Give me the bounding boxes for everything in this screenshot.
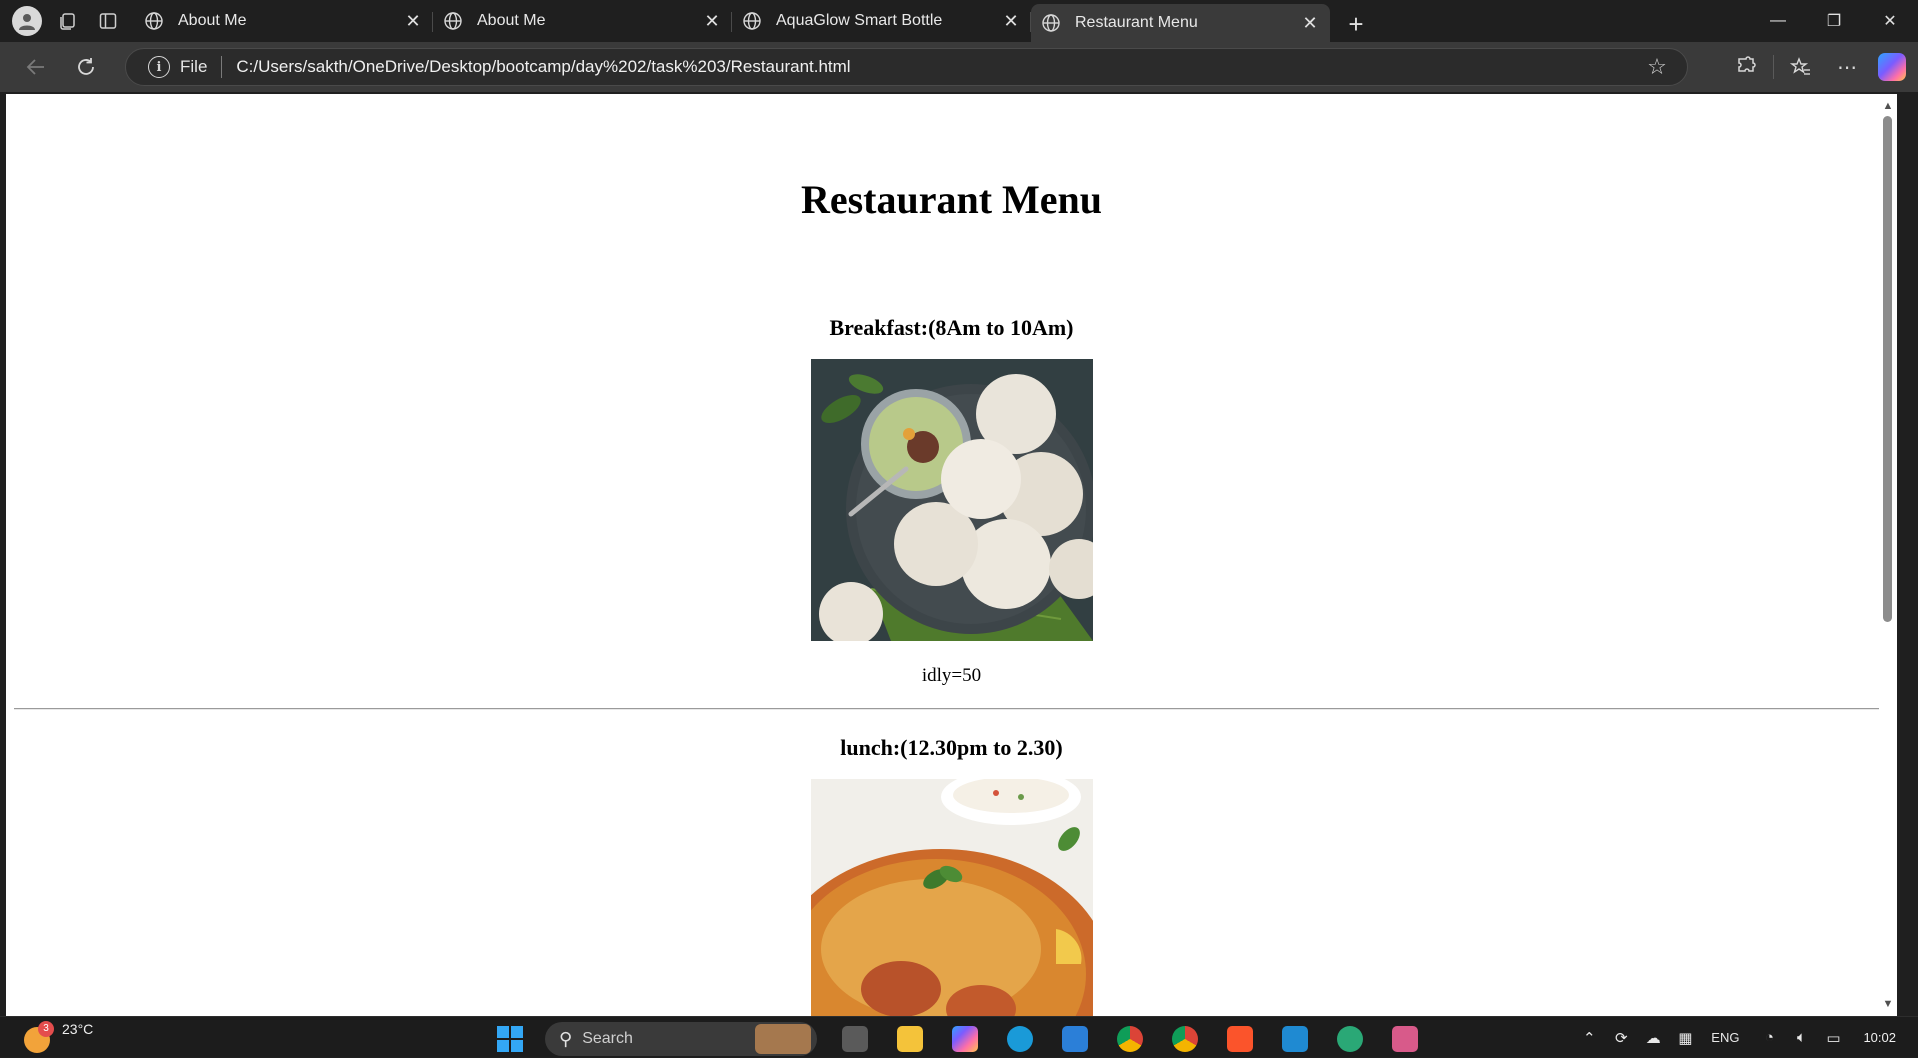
address-divider xyxy=(221,56,223,78)
globe-icon xyxy=(1042,14,1060,32)
biryani-image xyxy=(810,779,1093,1016)
widgets-icon[interactable]: ▦ xyxy=(1669,1023,1701,1053)
windows-logo-icon xyxy=(497,1026,523,1052)
copilot-app-icon[interactable] xyxy=(945,1021,985,1057)
sync-icon[interactable]: ⟳ xyxy=(1605,1023,1637,1053)
close-tab-icon[interactable]: ✕ xyxy=(1001,11,1021,31)
snipping-tool-icon[interactable] xyxy=(1385,1021,1425,1057)
task-view-icon[interactable] xyxy=(835,1021,875,1057)
browser-toolbar: i File C:/Users/sakth/OneDrive/Desktop/b… xyxy=(0,42,1918,92)
tab-strip: About Me ✕ About Me ✕ AquaGlow Smart Bot… xyxy=(134,0,1374,42)
onedrive-cloud-icon[interactable]: ☁ xyxy=(1637,1023,1669,1053)
tab-about-me-1[interactable]: About Me ✕ xyxy=(134,0,433,42)
favorites-icon[interactable] xyxy=(1778,47,1824,87)
url-text[interactable]: C:/Users/sakth/OneDrive/Desktop/bootcamp… xyxy=(236,57,850,77)
vscode-icon[interactable] xyxy=(1275,1021,1315,1057)
breakfast-heading: Breakfast:(8Am to 10Am) xyxy=(829,315,1074,340)
taskbar-apps: ⚲ Search xyxy=(490,1021,1440,1057)
start-button[interactable] xyxy=(490,1021,530,1057)
file-explorer-icon[interactable] xyxy=(890,1021,930,1057)
page-title: Restaurant Menu xyxy=(800,177,1103,222)
volume-icon[interactable]: 🔈︎ xyxy=(1785,1023,1817,1053)
vertical-scrollbar[interactable]: ▲ ▼ xyxy=(1879,94,1897,1016)
scroll-up-arrow-icon[interactable]: ▲ xyxy=(1882,100,1894,112)
edge-dev-icon[interactable] xyxy=(1330,1021,1370,1057)
page-viewport: Restaurant Menu Breakfast:(8Am to 10Am) xyxy=(6,94,1897,1016)
favorite-star-icon[interactable]: ☆ xyxy=(1645,56,1669,80)
browser-tab-bar: About Me ✕ About Me ✕ AquaGlow Smart Bot… xyxy=(0,0,1918,42)
tab-title: Restaurant Menu xyxy=(1075,14,1198,31)
tab-aquaglow[interactable]: AquaGlow Smart Bottle ✕ xyxy=(732,0,1031,42)
chrome-profile-icon[interactable] xyxy=(1165,1021,1205,1057)
weather-icon: 3 xyxy=(24,1021,54,1053)
weather-widget[interactable]: 3 23°C xyxy=(24,1021,93,1053)
restore-icon[interactable]: ❐ xyxy=(1806,0,1862,42)
idly-image xyxy=(810,359,1093,641)
battery-icon[interactable]: ▭ xyxy=(1817,1023,1849,1053)
scrollbar-thumb[interactable] xyxy=(1883,116,1892,622)
microsoft-store-icon[interactable] xyxy=(1055,1021,1095,1057)
breakfast-item-price: idly=50 xyxy=(921,665,982,686)
restaurant-page: Restaurant Menu Breakfast:(8Am to 10Am) xyxy=(6,176,1897,1016)
language-indicator[interactable]: ENG xyxy=(1711,1030,1739,1045)
window-controls: — ❐ ✕ xyxy=(1750,0,1918,42)
search-label: Search xyxy=(582,1030,633,1047)
close-tab-icon[interactable]: ✕ xyxy=(403,11,423,31)
windows-taskbar: 3 23°C ⚲ Search ⌃ ⟳ ☁ ▦ ENG ◔ 🔈︎ ▭ 10:02 xyxy=(0,1016,1918,1057)
edge-browser-icon[interactable] xyxy=(1000,1021,1040,1057)
chrome-icon[interactable] xyxy=(1110,1021,1150,1057)
more-options-icon[interactable]: ⋯ xyxy=(1824,47,1870,87)
temperature-text: 23°C xyxy=(62,1021,94,1037)
extensions-puzzle-icon[interactable] xyxy=(1723,47,1769,87)
close-tab-icon[interactable]: ✕ xyxy=(1300,13,1320,33)
tab-restaurant-menu[interactable]: Restaurant Menu ✕ xyxy=(1031,4,1330,42)
brave-icon[interactable] xyxy=(1220,1021,1260,1057)
tab-title: AquaGlow Smart Bottle xyxy=(776,12,943,29)
reload-icon[interactable] xyxy=(66,47,106,87)
vertical-tabs-icon[interactable] xyxy=(94,7,122,35)
lunch-heading: lunch:(12.30pm to 2.30) xyxy=(840,735,1063,760)
tab-about-me-2[interactable]: About Me ✕ xyxy=(433,0,732,42)
globe-icon xyxy=(743,12,761,30)
notification-badge: 3 xyxy=(38,1021,54,1037)
taskbar-search[interactable]: ⚲ Search xyxy=(545,1022,817,1056)
section-divider xyxy=(14,708,1889,710)
close-window-icon[interactable]: ✕ xyxy=(1862,0,1918,42)
show-hidden-icons-chevron-icon[interactable]: ⌃ xyxy=(1573,1023,1605,1053)
search-highlight-image xyxy=(755,1024,811,1054)
copilot-icon[interactable] xyxy=(1878,53,1906,81)
new-tab-button[interactable]: + xyxy=(1338,6,1374,42)
toolbar-divider xyxy=(1773,55,1774,79)
toolbar-actions: ⋯ xyxy=(1723,42,1918,92)
scroll-down-arrow-icon[interactable]: ▼ xyxy=(1882,998,1894,1010)
globe-icon xyxy=(444,12,462,30)
scheme-label: File xyxy=(180,57,208,76)
globe-icon xyxy=(145,12,163,30)
profile-avatar-icon[interactable] xyxy=(12,6,42,36)
site-info-icon[interactable]: i xyxy=(148,56,170,78)
system-tray: ⌃ ⟳ ☁ ▦ ENG ◔ 🔈︎ ▭ 10:02 xyxy=(1573,1017,1918,1058)
tab-title: About Me xyxy=(477,12,546,29)
tab-title: About Me xyxy=(178,12,247,29)
address-bar[interactable]: i File C:/Users/sakth/OneDrive/Desktop/b… xyxy=(125,48,1688,86)
back-arrow-icon[interactable] xyxy=(16,47,56,87)
system-clock[interactable]: 10:02 xyxy=(1863,1030,1896,1045)
workspaces-icon[interactable] xyxy=(54,7,82,35)
search-icon: ⚲ xyxy=(559,1028,573,1049)
minimize-icon[interactable]: — xyxy=(1750,0,1806,42)
close-tab-icon[interactable]: ✕ xyxy=(702,11,722,31)
wifi-icon[interactable]: ◔ xyxy=(1753,1023,1785,1053)
